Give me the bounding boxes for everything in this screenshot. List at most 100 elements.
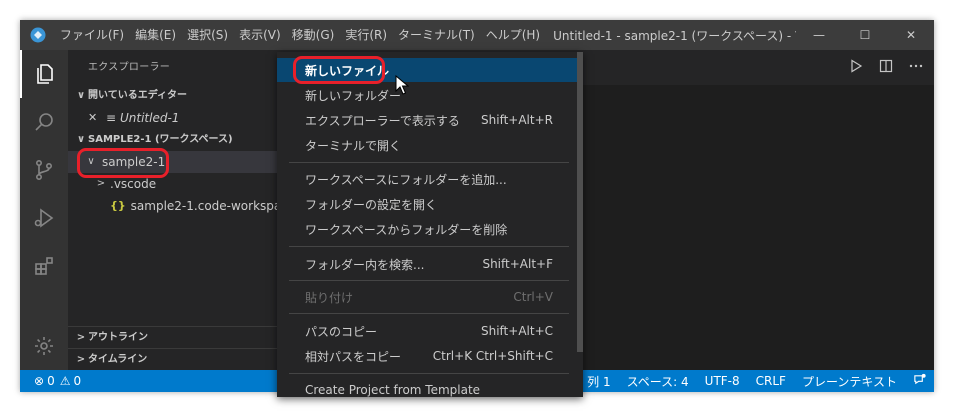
workspace-file[interactable]: {} sample2-1.code-workspace (68, 195, 295, 217)
menu-item-shortcut: Shift+Alt+R (481, 113, 553, 127)
menu-new-file[interactable]: 新しいファイル (277, 58, 577, 82)
settings-gear-icon[interactable] (20, 322, 68, 370)
minimize-button[interactable]: — (796, 20, 842, 50)
open-editor-item[interactable]: ✕ ≡ Untitled-1 (68, 107, 278, 129)
chevron-down-icon: ∨ (76, 90, 86, 101)
close-window-button[interactable]: ✕ (888, 20, 934, 50)
split-editor-icon[interactable] (878, 58, 894, 78)
problems-indicator[interactable]: ⊗ 0 ⚠ 0 (20, 374, 81, 388)
timeline-section[interactable]: > タイムライン (68, 348, 278, 370)
menu-copy-path[interactable]: パスのコピー Shift+Alt+C (277, 319, 577, 343)
menu-item-label: 貼り付け (305, 290, 354, 305)
extensions-icon[interactable] (20, 242, 68, 290)
window-controls: — ☐ ✕ (796, 20, 934, 50)
menu-item-label: 新しいフォルダー (305, 88, 402, 103)
menu-copy-relative-path[interactable]: 相対パスをコピー Ctrl+K Ctrl+Shift+C (277, 344, 577, 368)
menu-item-label: フォルダー内を検索... (305, 257, 425, 272)
menu-item-label: Create Project from Template (305, 383, 481, 397)
indentation[interactable]: スペース: 4 (619, 373, 697, 390)
more-actions-icon[interactable] (908, 58, 924, 78)
vscode-logo-icon[interactable] (20, 20, 56, 50)
menu-item-label: ワークスペースにフォルダーを追加... (305, 172, 507, 187)
context-menu: 新しいファイル 新しいフォルダー エクスプローラーで表示する Shift+Alt… (277, 52, 583, 397)
menu-go[interactable]: 移動(G) (288, 20, 339, 50)
menu-edit[interactable]: 編集(E) (131, 20, 180, 50)
outline-section[interactable]: > アウトライン (68, 326, 278, 348)
open-editor-filename: Untitled-1 (120, 111, 180, 125)
menu-separator (289, 162, 569, 163)
menu-item-label: エクスプローラーで表示する (305, 113, 460, 128)
menu-scrollbar[interactable] (577, 52, 583, 352)
menu-create-project-from-template[interactable]: Create Project from Template (277, 378, 577, 397)
menu-item-shortcut: Shift+Alt+F (482, 257, 553, 271)
menu-paste: 貼り付け Ctrl+V (277, 285, 577, 309)
title-bar: ファイル(F) 編集(E) 選択(S) 表示(V) 移動(G) 実行(R) ター… (20, 20, 934, 50)
activity-bar (20, 50, 68, 370)
explorer-sidebar: エクスプローラー ∨ 開いているエディター ✕ ≡ Untitled-1 ∨ S… (68, 50, 295, 370)
menu-bar: ファイル(F) 編集(E) 選択(S) 表示(V) 移動(G) 実行(R) ター… (56, 20, 547, 50)
source-control-icon[interactable] (20, 146, 68, 194)
json-file-icon: {} (110, 199, 126, 212)
explorer-icon[interactable] (20, 50, 68, 98)
language-mode[interactable]: プレーンテキスト (794, 373, 905, 390)
menu-remove-folder-from-workspace[interactable]: ワークスペースからフォルダーを削除 (277, 217, 577, 241)
menu-item-shortcut: Ctrl+V (513, 290, 553, 304)
menu-add-folder-to-workspace[interactable]: ワークスペースにフォルダーを追加... (277, 167, 577, 191)
close-icon[interactable]: ✕ (88, 107, 102, 129)
window-title: Untitled-1 - sample2-1 (ワークスペース) - VSCo.… (553, 28, 796, 43)
menu-new-folder[interactable]: 新しいフォルダー (277, 83, 577, 107)
chevron-right-icon: > (76, 353, 86, 365)
menu-selection[interactable]: 選択(S) (183, 20, 232, 50)
menu-terminal[interactable]: ターミナル(T) (394, 20, 479, 50)
search-icon[interactable] (20, 98, 68, 146)
outline-label: アウトライン (88, 331, 148, 343)
chevron-right-icon: > (76, 331, 86, 343)
menu-file[interactable]: ファイル(F) (56, 20, 128, 50)
workspace-label: SAMPLE2-1 (ワークスペース) (88, 134, 233, 145)
chevron-right-icon: > (96, 178, 106, 189)
menu-view[interactable]: 表示(V) (235, 20, 285, 50)
menu-separator (289, 313, 569, 314)
warning-count: 0 (73, 374, 82, 388)
menu-separator (289, 280, 569, 281)
menu-find-in-folder[interactable]: フォルダー内を検索... Shift+Alt+F (277, 252, 577, 276)
warning-icon: ⚠ (59, 374, 71, 388)
chevron-down-icon: ∨ (87, 156, 95, 167)
menu-item-shortcut: Shift+Alt+C (480, 324, 553, 338)
feedback-icon[interactable] (905, 373, 934, 389)
chevron-down-icon: ∨ (76, 134, 86, 145)
editor-actions (848, 50, 924, 85)
menu-separator (289, 373, 569, 374)
error-icon: ⊗ (34, 374, 45, 388)
maximize-button[interactable]: ☐ (842, 20, 888, 50)
error-count: 0 (47, 374, 55, 388)
menu-item-label: フォルダーの設定を開く (305, 197, 438, 212)
menu-run[interactable]: 実行(R) (341, 20, 391, 50)
menu-item-label: ワークスペースからフォルダーを削除 (305, 222, 508, 237)
menu-separator (289, 246, 569, 247)
end-of-line[interactable]: CRLF (748, 374, 794, 388)
run-debug-icon[interactable] (20, 194, 68, 242)
menu-open-folder-settings[interactable]: フォルダーの設定を開く (277, 192, 577, 216)
file-icon: ≡ (106, 111, 117, 125)
encoding[interactable]: UTF-8 (697, 374, 748, 388)
folder-label: sample2-1 (102, 155, 166, 169)
sidebar-title: エクスプローラー (88, 62, 171, 73)
menu-item-label: 相対パスをコピー (305, 349, 402, 364)
workspace-header[interactable]: ∨ SAMPLE2-1 (ワークスペース) (68, 129, 278, 151)
run-icon[interactable] (848, 58, 864, 78)
menu-open-in-terminal[interactable]: ターミナルで開く (277, 133, 577, 157)
folder-label: .vscode (110, 177, 157, 191)
menu-item-label: ターミナルで開く (305, 138, 402, 153)
timeline-label: タイムライン (88, 353, 148, 365)
menu-help[interactable]: ヘルプ(H) (482, 20, 544, 50)
menu-reveal-in-explorer[interactable]: エクスプローラーで表示する Shift+Alt+R (277, 108, 577, 132)
menu-item-shortcut: Ctrl+K Ctrl+Shift+C (432, 349, 553, 363)
open-editors-header[interactable]: ∨ 開いているエディター (68, 85, 278, 107)
folder-sample2-1[interactable]: ∨ sample2-1 (68, 151, 278, 173)
folder-vscode[interactable]: > .vscode (68, 173, 278, 195)
file-label: sample2-1.code-workspace (130, 199, 296, 213)
menu-item-label: パスのコピー (305, 324, 378, 339)
mouse-pointer-icon (395, 75, 409, 95)
menu-item-label: 新しいファイル (305, 63, 390, 78)
